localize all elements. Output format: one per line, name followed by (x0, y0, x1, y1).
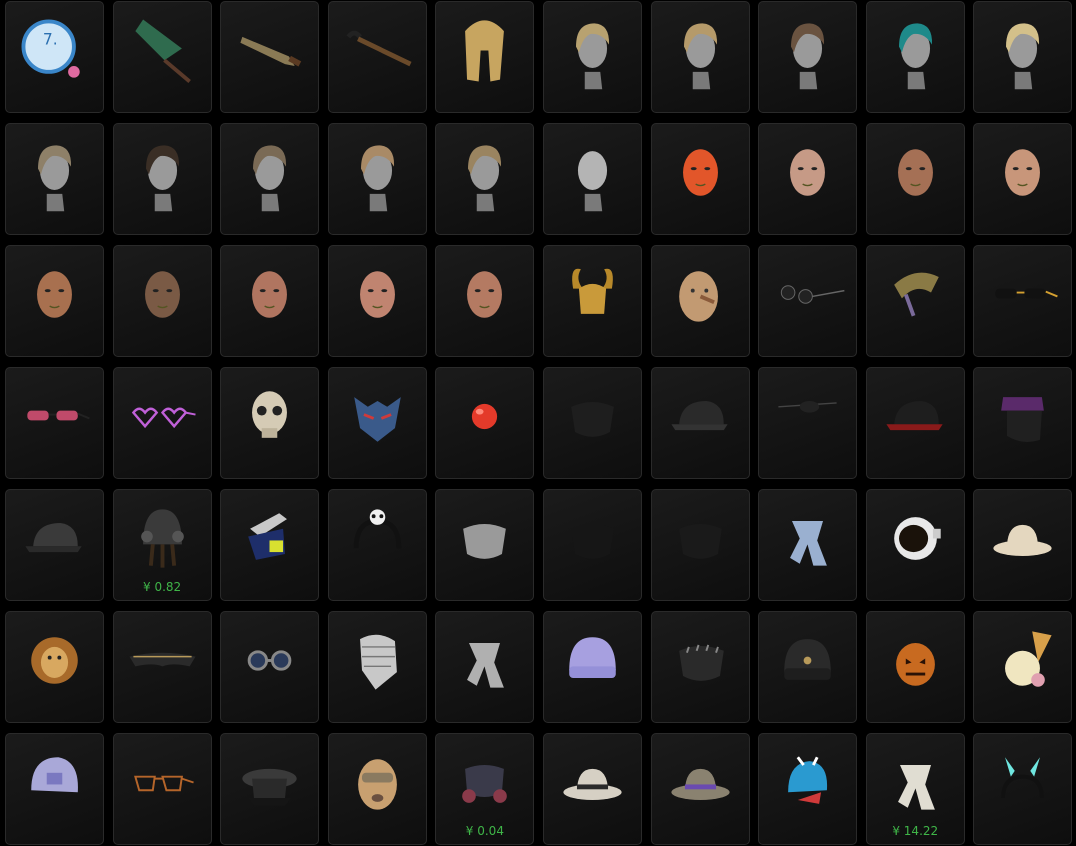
item-price: ¥ 0.82 (143, 580, 182, 594)
inventory-item[interactable] (220, 1, 320, 113)
inventory-item[interactable] (5, 123, 104, 235)
inventory-item[interactable] (327, 489, 427, 601)
inventory-item[interactable] (112, 611, 212, 723)
inventory-item[interactable] (327, 733, 427, 845)
inventory-item[interactable] (220, 367, 320, 479)
inventory-item[interactable] (5, 733, 104, 845)
inventory-item[interactable] (650, 1, 750, 113)
inventory-item[interactable] (220, 245, 320, 357)
inventory-item[interactable] (650, 367, 750, 479)
inventory-item[interactable]: 7. (5, 1, 104, 113)
inventory-item[interactable] (758, 611, 858, 723)
inventory-item[interactable] (542, 367, 642, 479)
inventory-item[interactable] (758, 245, 858, 357)
inventory-item[interactable] (650, 245, 750, 357)
inventory-item[interactable] (327, 1, 427, 113)
inventory-item[interactable] (865, 1, 965, 113)
inventory-item[interactable] (435, 611, 535, 723)
inventory-item[interactable] (542, 245, 642, 357)
inventory-item[interactable] (758, 123, 858, 235)
inventory-item[interactable] (112, 367, 212, 479)
inventory-item[interactable] (112, 123, 212, 235)
inventory-item[interactable] (112, 1, 212, 113)
inventory-item[interactable] (650, 611, 750, 723)
inventory-item[interactable] (758, 1, 858, 113)
inventory-item[interactable] (650, 123, 750, 235)
inventory-item[interactable] (758, 733, 858, 845)
inventory-item[interactable] (220, 611, 320, 723)
inventory-grid: 7. ¥ 0.82 ¥ 0.04 ¥ 14.22 (5, 1, 1073, 845)
inventory-item[interactable]: ¥ 14.22 (865, 733, 965, 845)
inventory-item[interactable] (650, 489, 750, 601)
inventory-item[interactable] (327, 245, 427, 357)
inventory-item[interactable] (327, 123, 427, 235)
inventory-item[interactable] (542, 123, 642, 235)
inventory-item[interactable] (327, 367, 427, 479)
inventory-item[interactable] (327, 611, 427, 723)
svg-text:7.: 7. (43, 31, 58, 49)
inventory-item[interactable] (865, 611, 965, 723)
inventory-item[interactable] (973, 733, 1073, 845)
inventory-item[interactable] (435, 123, 535, 235)
inventory-item[interactable] (112, 245, 212, 357)
inventory-item[interactable] (865, 367, 965, 479)
inventory-item[interactable] (973, 245, 1073, 357)
inventory-item[interactable] (758, 489, 858, 601)
inventory-item[interactable] (973, 611, 1073, 723)
inventory-item[interactable] (5, 245, 104, 357)
item-price: ¥ 14.22 (892, 824, 939, 838)
inventory-item[interactable] (973, 123, 1073, 235)
inventory-item[interactable] (973, 489, 1073, 601)
inventory-item[interactable] (650, 733, 750, 845)
inventory-item[interactable] (435, 245, 535, 357)
inventory-item[interactable] (865, 245, 965, 357)
inventory-item[interactable] (5, 489, 104, 601)
inventory-item[interactable] (542, 733, 642, 845)
inventory-item[interactable] (973, 1, 1073, 113)
inventory-item[interactable]: ¥ 0.82 (112, 489, 212, 601)
inventory-item[interactable] (865, 123, 965, 235)
inventory-item[interactable] (542, 489, 642, 601)
inventory-item[interactable] (435, 1, 535, 113)
inventory-item[interactable]: ¥ 0.04 (435, 733, 535, 845)
inventory-item[interactable] (220, 123, 320, 235)
item-price: ¥ 0.04 (465, 824, 504, 838)
inventory-item[interactable] (5, 611, 104, 723)
inventory-item[interactable] (220, 489, 320, 601)
inventory-item[interactable] (542, 611, 642, 723)
inventory-item[interactable] (542, 1, 642, 113)
inventory-item[interactable] (865, 489, 965, 601)
inventory-item[interactable] (435, 367, 535, 479)
inventory-item[interactable] (220, 733, 320, 845)
inventory-item[interactable] (758, 367, 858, 479)
inventory-item[interactable] (435, 489, 535, 601)
inventory-item[interactable] (5, 367, 104, 479)
inventory-item[interactable] (973, 367, 1073, 479)
inventory-item[interactable] (112, 733, 212, 845)
